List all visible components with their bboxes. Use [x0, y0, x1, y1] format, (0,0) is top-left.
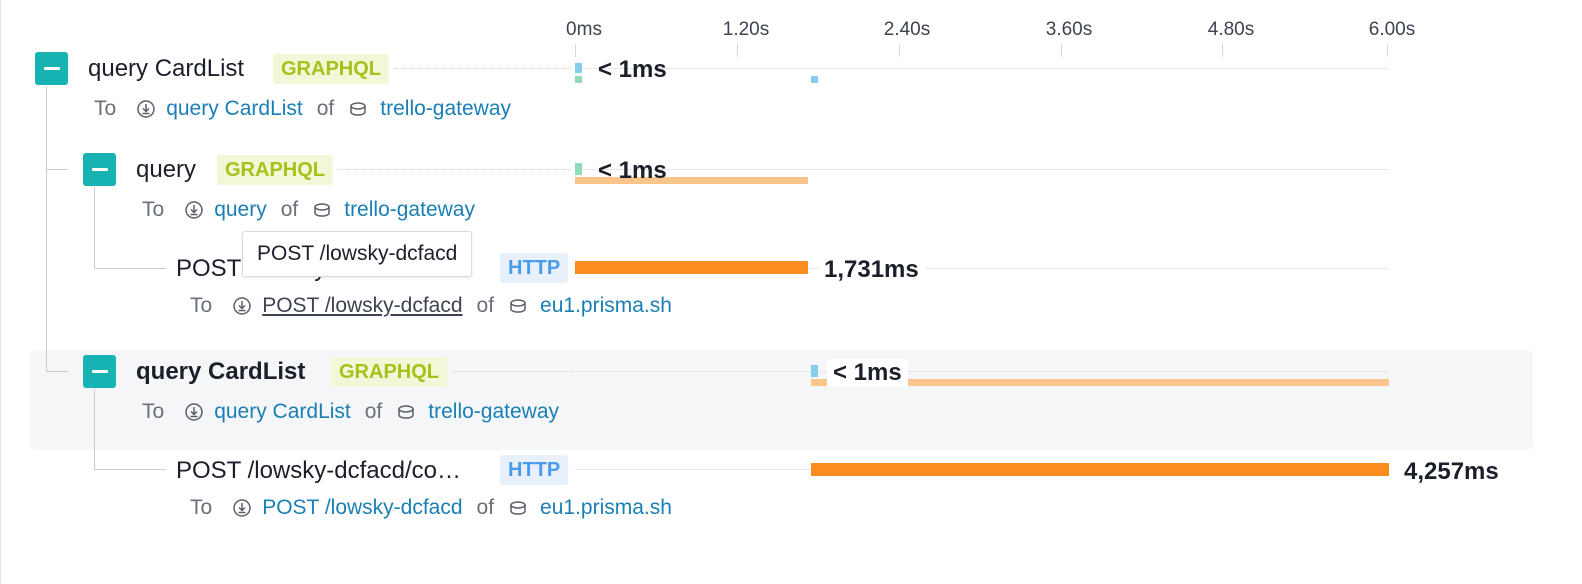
service-link[interactable]: trello-gateway	[344, 198, 475, 222]
of-label: of	[316, 97, 335, 120]
of-label: of	[476, 496, 495, 519]
minus-icon	[91, 168, 108, 171]
span-name[interactable]: query CardList	[136, 358, 305, 386]
operation-link[interactable]: query CardList	[214, 400, 351, 424]
span-duration: 1,731ms	[818, 256, 925, 284]
timeline-track	[575, 371, 1388, 372]
tick-line	[737, 44, 738, 57]
span-name[interactable]: query CardList	[88, 55, 244, 83]
tree-connector	[94, 389, 95, 470]
minus-icon	[43, 67, 60, 70]
span-name[interactable]: POST /lowsky-dcfacd/co…	[176, 457, 461, 485]
span-marker	[811, 76, 818, 83]
operation-link[interactable]: query CardList	[166, 97, 303, 121]
tick-label: 4.80s	[1207, 19, 1255, 40]
span-duration-bar	[575, 261, 808, 274]
database-icon	[510, 501, 526, 515]
span-marker	[575, 63, 582, 73]
row-leader	[395, 68, 571, 69]
operation-download-icon	[233, 297, 251, 315]
span-marker	[575, 76, 582, 83]
operation-link[interactable]: query	[214, 198, 267, 222]
span-duration-bar	[811, 463, 1389, 476]
to-label: To	[190, 294, 213, 317]
service-link[interactable]: eu1.prisma.sh	[540, 294, 672, 318]
tick-label: 3.60s	[1045, 19, 1093, 40]
operation-download-icon	[185, 403, 203, 421]
service-link[interactable]: eu1.prisma.sh	[540, 496, 672, 520]
tick-label: 0ms	[566, 19, 602, 40]
row-leader	[337, 169, 571, 170]
operation-download-icon	[137, 100, 155, 118]
span-detail: To query CardList of trello-gateway	[94, 97, 511, 121]
tree-connector	[94, 187, 95, 269]
tree-connector	[46, 86, 47, 371]
span-type-badge: GRAPHQL	[217, 155, 333, 185]
span-duration: < 1ms	[598, 157, 667, 184]
span-type-badge: GRAPHQL	[331, 357, 447, 387]
database-icon	[314, 203, 330, 217]
tree-connector	[46, 371, 68, 372]
operation-download-icon	[233, 499, 251, 517]
operation-link[interactable]: POST /lowsky-dcfacd	[262, 294, 462, 318]
timeline-track	[575, 169, 1388, 170]
span-detail: To query CardList of trello-gateway	[142, 400, 559, 424]
database-icon	[350, 102, 367, 116]
to-label: To	[94, 97, 117, 120]
tree-connector	[94, 469, 166, 470]
database-icon	[398, 405, 415, 419]
timeline-track	[575, 68, 1388, 69]
tick-label: 1.20s	[722, 19, 770, 40]
minus-icon	[91, 370, 108, 373]
tick-line	[1061, 44, 1062, 57]
tick-line	[899, 44, 900, 57]
panel-left-border	[0, 0, 1, 584]
of-label: of	[476, 294, 495, 317]
span-type-badge: HTTP	[500, 253, 569, 283]
span-marker	[575, 163, 582, 175]
to-label: To	[142, 198, 165, 221]
operation-link[interactable]: POST /lowsky-dcfacd	[262, 496, 462, 520]
tick-label: 2.40s	[883, 19, 931, 40]
service-link[interactable]: trello-gateway	[380, 97, 511, 121]
span-detail: To POST /lowsky-dcfacd of eu1.prisma.sh	[190, 294, 672, 318]
span-duration: 4,257ms	[1404, 458, 1499, 485]
tick-line	[1387, 44, 1388, 57]
span-type-badge: GRAPHQL	[273, 54, 389, 84]
to-label: To	[142, 400, 165, 423]
service-link[interactable]: trello-gateway	[428, 400, 559, 424]
tick-line	[1222, 44, 1223, 57]
database-icon	[510, 299, 526, 313]
collapse-toggle[interactable]	[35, 52, 68, 85]
span-marker	[811, 365, 818, 377]
span-duration: < 1ms	[598, 56, 667, 83]
span-detail: To query of trello-gateway	[142, 198, 475, 222]
collapse-toggle[interactable]	[83, 153, 116, 186]
span-duration: < 1ms	[827, 359, 908, 387]
to-label: To	[190, 496, 213, 519]
span-name[interactable]: query	[136, 156, 196, 184]
tick-label: 6.00s	[1368, 19, 1416, 40]
tick-line	[575, 44, 576, 57]
of-label: of	[280, 198, 299, 221]
operation-tooltip: POST /lowsky-dcfacd	[242, 231, 473, 277]
tree-connector	[46, 169, 68, 170]
of-label: of	[364, 400, 383, 423]
collapse-toggle[interactable]	[83, 355, 116, 388]
span-type-badge: HTTP	[500, 455, 569, 485]
operation-download-icon	[185, 201, 203, 219]
tree-connector	[94, 268, 166, 269]
span-detail: To POST /lowsky-dcfacd of eu1.prisma.sh	[190, 496, 672, 520]
